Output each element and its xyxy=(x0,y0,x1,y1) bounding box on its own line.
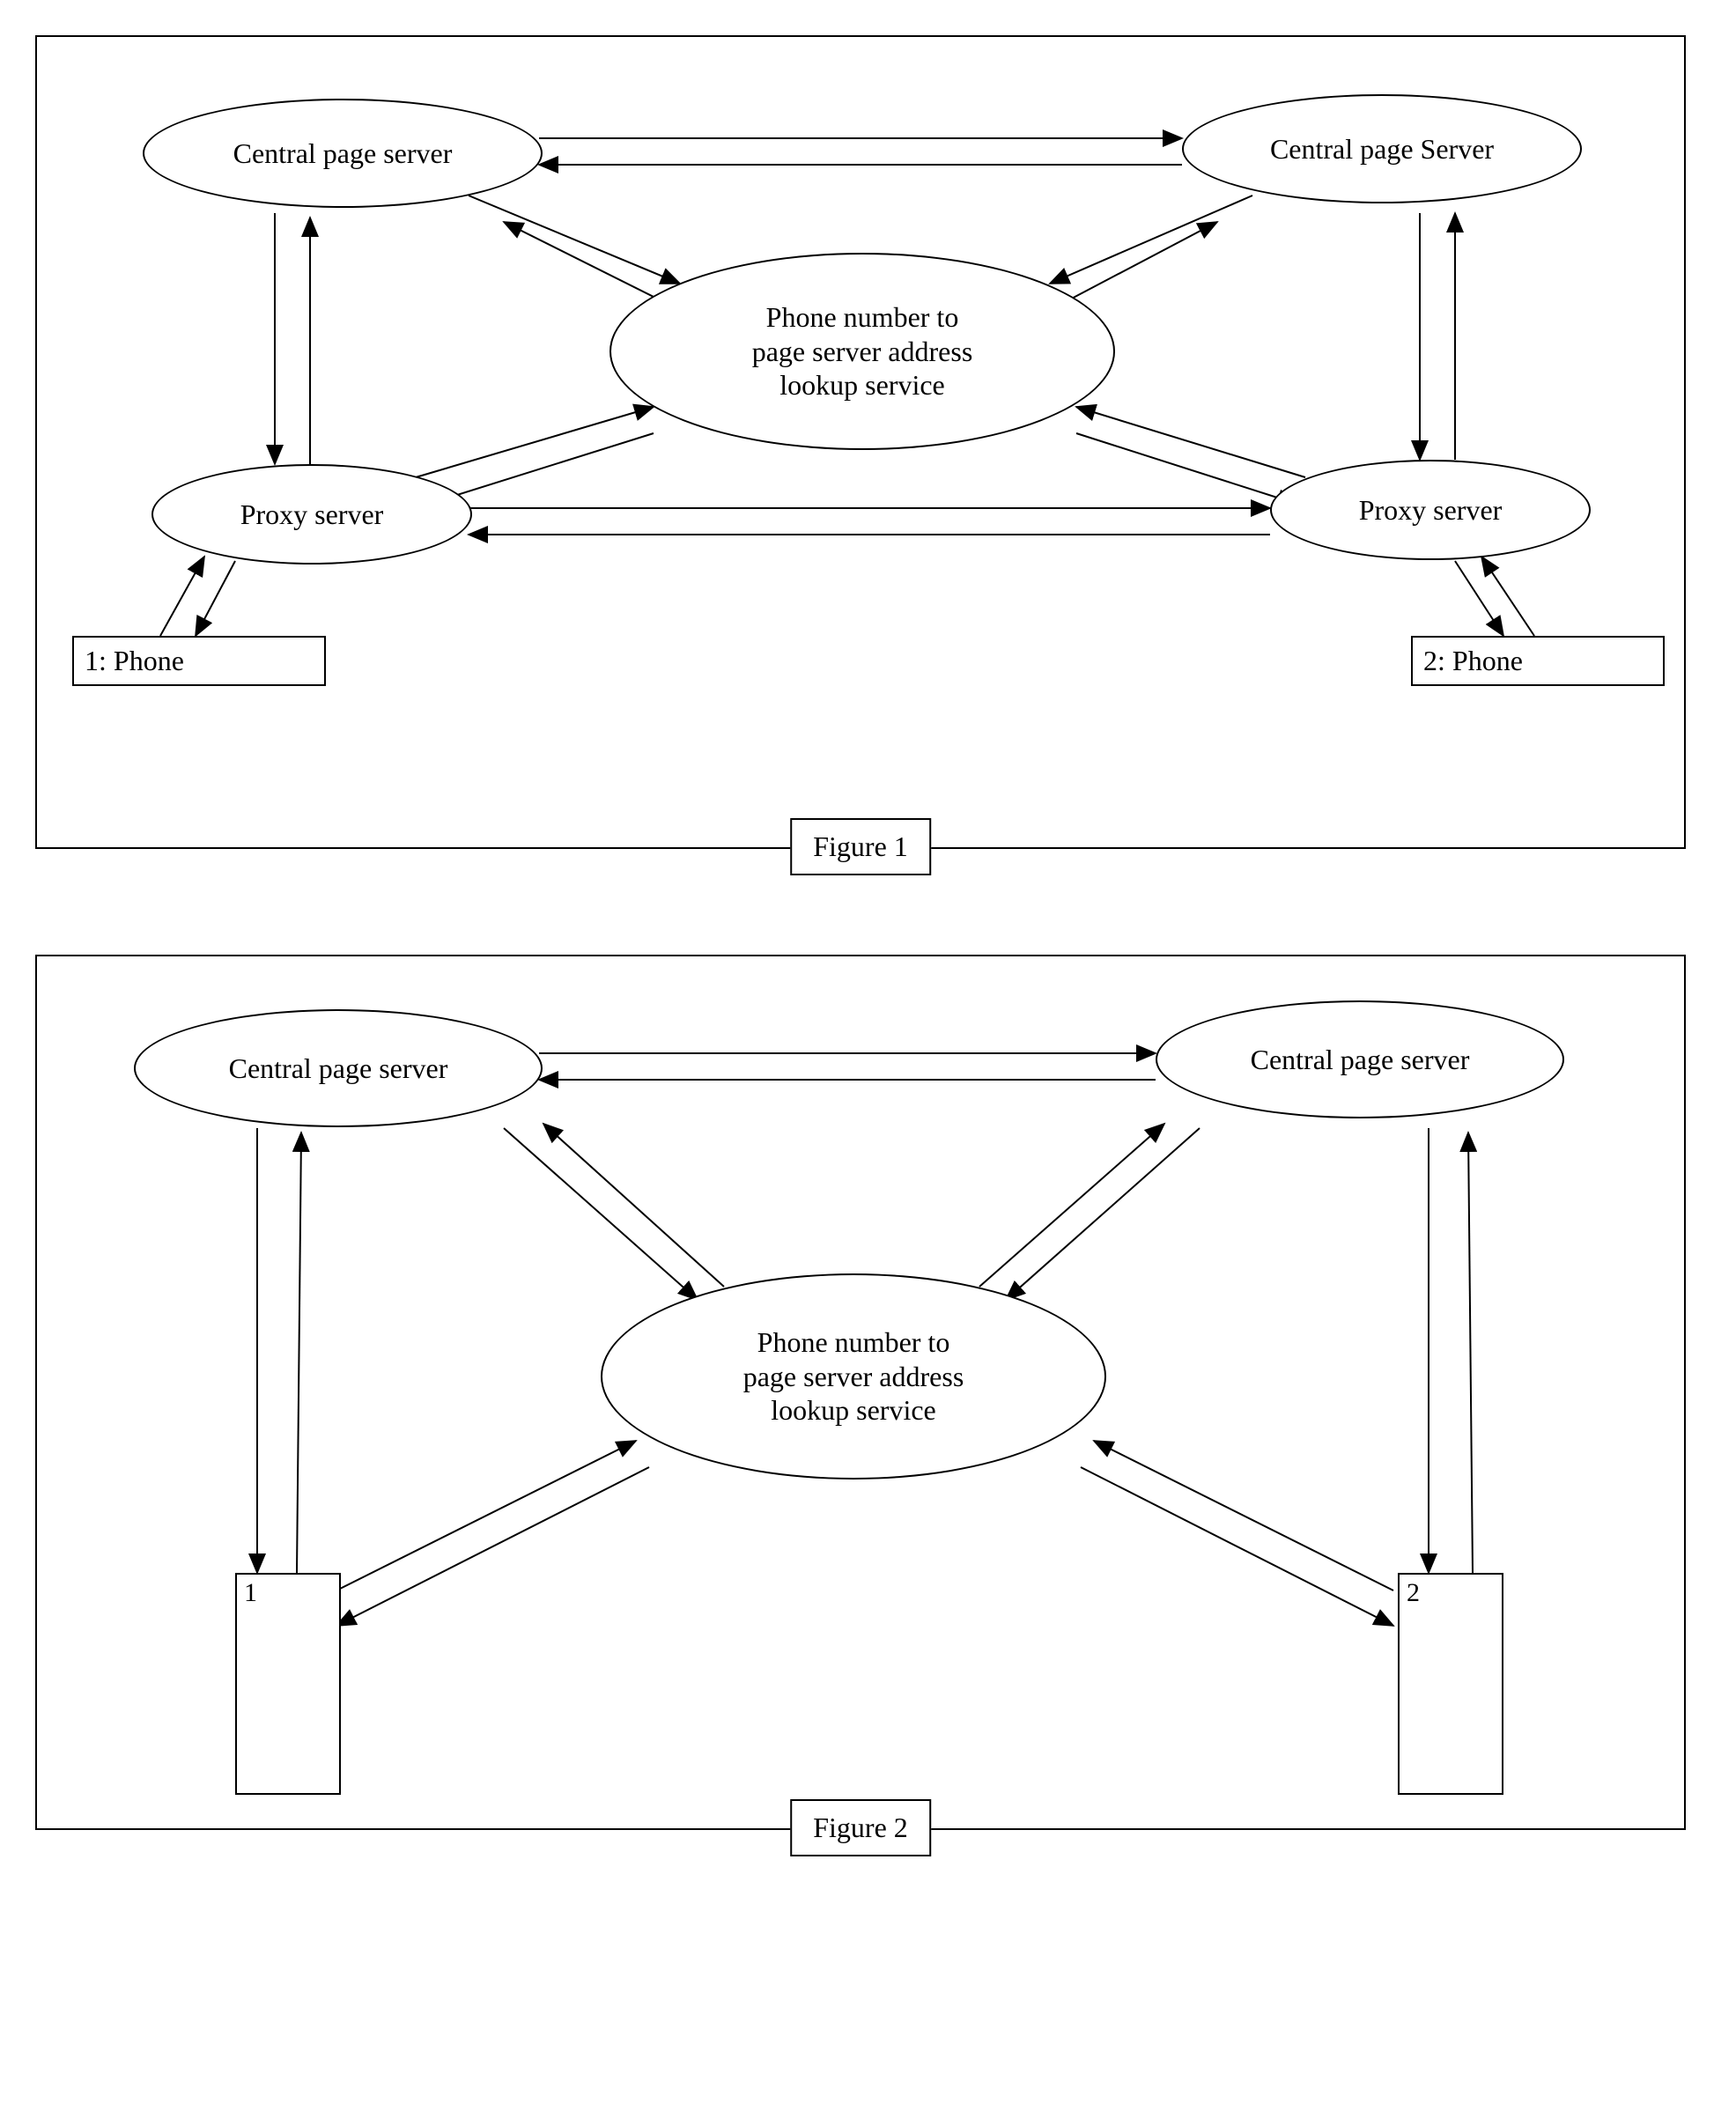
node-label: Proxy server xyxy=(240,498,384,531)
node-lookup-1: Phone number to page server address look… xyxy=(609,253,1115,450)
node-label: 2: Phone xyxy=(1423,645,1523,676)
node-cps-left-1: Central page server xyxy=(143,99,543,208)
node-label: Central page server xyxy=(1251,1043,1470,1076)
node-phone-2: 2: Phone xyxy=(1411,636,1665,686)
figure-1-container: Central page server Central page Server … xyxy=(35,35,1686,849)
node-proxy-right: Proxy server xyxy=(1270,460,1591,560)
node-proxy-left: Proxy server xyxy=(151,464,472,565)
node-cps-right-2: Central page server xyxy=(1156,1000,1564,1118)
node-label: 1: Phone xyxy=(85,645,184,676)
node-label: Phone number to page server address look… xyxy=(752,300,973,402)
node-cps-left-2: Central page server xyxy=(134,1009,543,1127)
node-label: 2 xyxy=(1407,1578,1420,1608)
figure-1-caption: Figure 1 xyxy=(790,818,931,875)
node-label: Phone number to page server address look… xyxy=(743,1325,964,1427)
figure-2-container: Central page server Central page server … xyxy=(35,955,1686,1830)
node-label: Central page server xyxy=(233,137,453,170)
node-label: Proxy server xyxy=(1359,493,1503,527)
node-label: 1 xyxy=(244,1578,257,1608)
node-1: 1 xyxy=(235,1573,341,1795)
node-cps-right-1: Central page Server xyxy=(1182,94,1582,203)
caption-text: Figure 2 xyxy=(813,1812,908,1843)
figure-2-caption: Figure 2 xyxy=(790,1799,931,1856)
node-lookup-2: Phone number to page server address look… xyxy=(601,1273,1106,1480)
node-phone-1: 1: Phone xyxy=(72,636,326,686)
node-label: Central page Server xyxy=(1270,132,1494,166)
caption-text: Figure 1 xyxy=(813,830,908,862)
node-2: 2 xyxy=(1398,1573,1503,1795)
node-label: Central page server xyxy=(229,1052,448,1085)
